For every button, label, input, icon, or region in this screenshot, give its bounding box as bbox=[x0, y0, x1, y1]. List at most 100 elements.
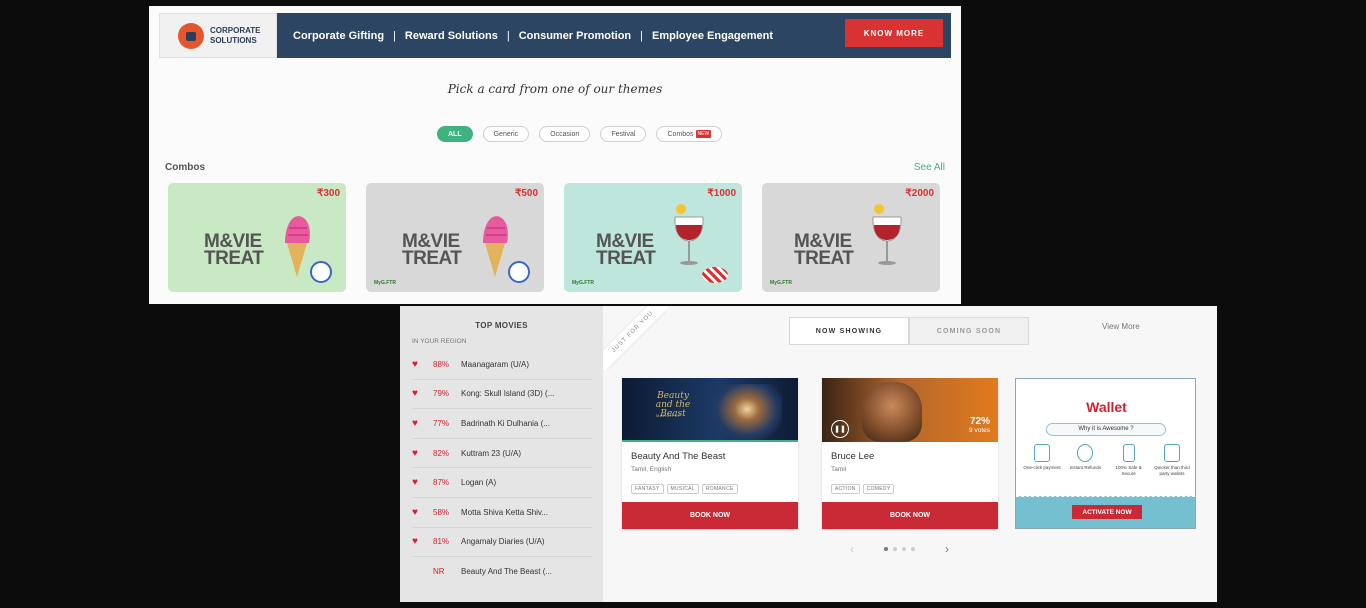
chevron-left-icon[interactable]: ‹ bbox=[850, 542, 854, 556]
genre-tag: FANTASY bbox=[631, 484, 664, 494]
genre-tags: ACTION COMEDY bbox=[831, 484, 895, 494]
movie-card-bruce-lee[interactable]: ❚❚ 72% 9 votes Bruce Lee Tamil ACTION CO… bbox=[822, 378, 998, 529]
gift-card-1000[interactable]: ₹1000 M&VIE TREAT MyG.FTR bbox=[564, 183, 742, 292]
top-movie-row[interactable]: ♥ 77% Badrinath Ki Dulhania (... bbox=[412, 409, 592, 439]
genre-tags: FANTASY MUSICAL ROMANCE bbox=[631, 484, 738, 494]
movie-rating: 88% bbox=[433, 359, 450, 369]
corporate-logo[interactable]: CORPORATE SOLUTIONS bbox=[159, 13, 277, 58]
carousel-dot[interactable] bbox=[911, 547, 915, 551]
nav-employee-engagement[interactable]: Employee Engagement bbox=[652, 30, 773, 42]
movie-languages: Tamil bbox=[831, 466, 847, 473]
wallet-icon bbox=[1163, 444, 1180, 462]
movie-name: Logan (A) bbox=[461, 478, 497, 488]
heart-icon: ♥ bbox=[412, 358, 418, 370]
gift-card-300[interactable]: ₹300 M&VIE TREAT bbox=[168, 183, 346, 292]
know-more-button[interactable]: KNOW MORE bbox=[845, 19, 943, 47]
carousel-dot[interactable] bbox=[884, 547, 888, 551]
filter-generic[interactable]: Generic bbox=[482, 126, 530, 142]
movie-treat-line2: TREAT bbox=[402, 248, 462, 269]
movie-title: Beauty And The Beast bbox=[631, 451, 726, 462]
see-all-link[interactable]: See All bbox=[914, 162, 945, 173]
heart-icon: ♥ bbox=[412, 388, 418, 400]
top-movie-row[interactable]: ♥NRBeauty And The Beast (... bbox=[412, 557, 592, 587]
movie-languages: Tamil, English bbox=[631, 466, 672, 473]
movie-name: Maanagaram (U/A) bbox=[461, 359, 530, 369]
carousel-dot[interactable] bbox=[893, 547, 897, 551]
gift-card-500[interactable]: ₹500 M&VIE TREAT MyG.FTR bbox=[366, 183, 544, 292]
movie-rating: 81% bbox=[433, 537, 450, 547]
nav-consumer-promotion[interactable]: Consumer Promotion bbox=[519, 30, 631, 42]
heart-icon: ♥ bbox=[412, 417, 418, 429]
baskin-robbins-logo bbox=[508, 261, 530, 283]
combos-section-title: Combos bbox=[165, 162, 205, 173]
movie-rating: 77% bbox=[433, 418, 450, 428]
heart-icon: ♥ bbox=[412, 447, 418, 459]
nav-reward-solutions[interactable]: Reward Solutions bbox=[405, 30, 498, 42]
heart-icon: ♥ bbox=[412, 536, 418, 548]
heart-icon: ♥ bbox=[412, 477, 418, 489]
movie-name: Badrinath Ki Dulhania (... bbox=[461, 418, 550, 428]
nav-separator: | bbox=[506, 29, 510, 42]
themes-heading: Pick a card from one of our themes bbox=[447, 82, 663, 96]
movie-card-beauty-and-the-beast[interactable]: Beauty and the Beast MARCH 17 Beauty And… bbox=[622, 378, 798, 529]
just-for-you-ribbon: JUST FOR YOU bbox=[603, 306, 667, 370]
partner-logo: MyG.FTR bbox=[572, 280, 594, 286]
movie-tabs: NOW SHOWING COMING SOON bbox=[789, 317, 1029, 345]
feature-label: One-click payment bbox=[1023, 465, 1061, 470]
wallet-feature: One-click payment bbox=[1022, 444, 1062, 476]
top-movies-list: ♥ 88% Maanagaram (U/A) ♥ 79% Kong: Skull Isl… bbox=[412, 350, 592, 587]
view-more-link[interactable]: View More bbox=[1102, 322, 1140, 331]
wallet-feature: 100% Safe & Secure bbox=[1109, 444, 1149, 476]
movie-name: Angamaly Diaries (U/A) bbox=[461, 537, 545, 547]
wallet-title: Wallet bbox=[1086, 399, 1127, 415]
partner-logo: MyG.FTR bbox=[374, 280, 396, 286]
top-movie-row[interactable]: ♥ 82% Kuttram 23 (U/A) bbox=[412, 439, 592, 469]
play-icon[interactable]: ❚❚ bbox=[831, 420, 849, 438]
activate-now-button[interactable]: ACTIVATE NOW bbox=[1072, 505, 1142, 519]
book-now-button[interactable]: BOOK NOW bbox=[622, 502, 798, 529]
logo-line2: SOLUTIONS bbox=[210, 35, 257, 45]
filter-combos[interactable]: Combos NEW bbox=[656, 126, 723, 142]
heart-icon: ♥ bbox=[412, 506, 418, 518]
carousel-dot[interactable] bbox=[902, 547, 906, 551]
top-movie-row[interactable]: ♥ 87% Logan (A) bbox=[412, 468, 592, 498]
movie-treat-line2: TREAT bbox=[204, 248, 264, 269]
top-movie-row[interactable]: ♥ 88% Maanagaram (U/A) bbox=[412, 350, 592, 380]
corporate-banner: CORPORATE SOLUTIONS Corporate Gifting | … bbox=[159, 13, 951, 58]
filter-occasion[interactable]: Occasion bbox=[539, 126, 591, 142]
movie-rating: 58% bbox=[433, 507, 450, 517]
feature-label: Instant Refunds bbox=[1069, 465, 1102, 470]
wine-glass-icon bbox=[872, 204, 902, 265]
top-movie-row[interactable]: ♥ 58% Motta Shiva Ketta Shiv... bbox=[412, 498, 592, 528]
top-movies-sidebar: TOP MOVIES IN YOUR REGION ♥ 88% Maanagaram… bbox=[400, 306, 603, 602]
nav-separator: | bbox=[393, 29, 396, 42]
top-movie-row[interactable]: ♥ 81% Angamaly Diaries (U/A) bbox=[412, 528, 592, 558]
feature-label: 100% Safe & Secure bbox=[1115, 465, 1142, 476]
filter-all[interactable]: ALL bbox=[437, 126, 473, 142]
vote-count: 9 votes bbox=[969, 427, 990, 434]
nav-corporate-gifting[interactable]: Corporate Gifting bbox=[293, 30, 384, 42]
top-movies-title: TOP MOVIES bbox=[475, 321, 528, 330]
movie-name: Kong: Skull Island (3D) (... bbox=[461, 389, 555, 399]
gift-price: ₹2000 bbox=[905, 188, 934, 199]
movie-rating: 87% bbox=[433, 478, 450, 488]
ribbon-label: JUST FOR YOU bbox=[611, 310, 655, 354]
movies-panel: TOP MOVIES IN YOUR REGION ♥ 88% Maanagaram… bbox=[400, 306, 1217, 602]
book-now-button[interactable]: BOOK NOW bbox=[822, 502, 998, 529]
top-movie-row[interactable]: ♥ 79% Kong: Skull Island (3D) (... bbox=[412, 380, 592, 410]
movie-treat-line2: TREAT bbox=[794, 248, 854, 269]
top-movies-subtitle: IN YOUR REGION bbox=[412, 338, 467, 345]
gift-card-2000[interactable]: ₹2000 M&VIE TREAT MyG.FTR bbox=[762, 183, 940, 292]
movie-poster: Beauty and the Beast MARCH 17 bbox=[622, 378, 798, 442]
wallet-promo-card[interactable]: Wallet Why it is Awesome ? One-click pay… bbox=[1015, 378, 1196, 529]
tab-now-showing[interactable]: NOW SHOWING bbox=[789, 317, 909, 345]
movie-title: Bruce Lee bbox=[831, 451, 875, 462]
wallet-why-label: Why it is Awesome ? bbox=[1046, 423, 1166, 436]
movie-rating: 82% bbox=[433, 448, 450, 458]
tab-coming-soon[interactable]: COMING SOON bbox=[909, 317, 1029, 345]
wallet-feature: Instant Refunds bbox=[1065, 444, 1105, 476]
genre-tag: ACTION bbox=[831, 484, 860, 494]
wallet-footer: ACTIVATE NOW bbox=[1016, 496, 1195, 528]
filter-festival[interactable]: Festival bbox=[600, 126, 647, 142]
chevron-right-icon[interactable]: › bbox=[945, 542, 949, 556]
